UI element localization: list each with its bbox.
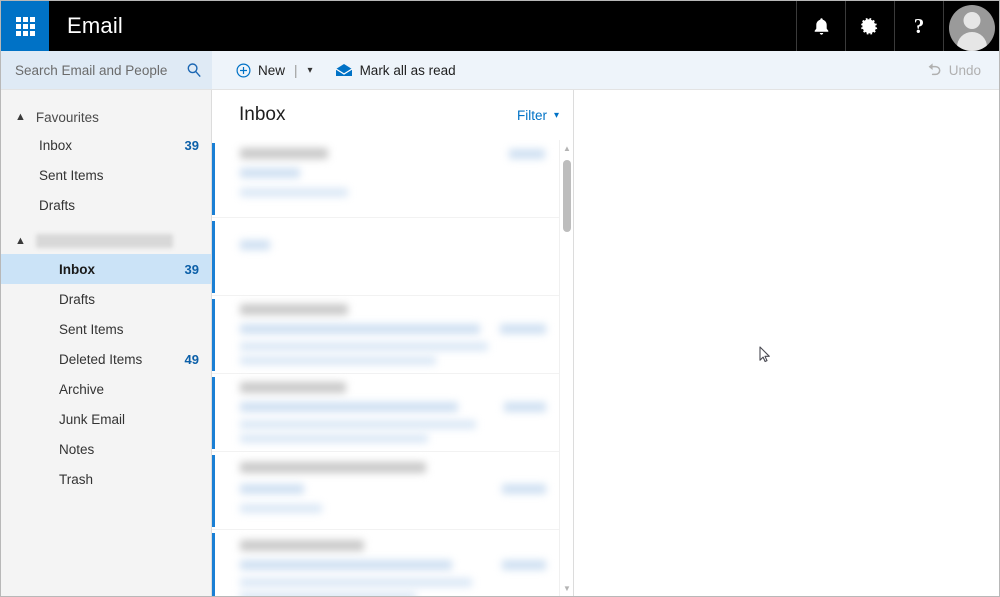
- favourites-group-label: Favourites: [35, 109, 99, 125]
- sidebar-item-sent-items[interactable]: Sent Items: [1, 314, 211, 344]
- scroll-up-arrow-icon[interactable]: ▲: [560, 140, 573, 156]
- message-list-pane: Inbox Filter ▾ ▲ ▼: [212, 90, 574, 596]
- sidebar-item-favourites-sent-items[interactable]: Sent Items: [1, 160, 211, 190]
- message-list-header: Inbox Filter ▾: [212, 90, 573, 140]
- command-bar: New | ▾ Mark all as read Undo: [212, 51, 999, 89]
- chevron-up-icon[interactable]: ▲: [15, 235, 26, 247]
- sidebar-item-label: Archive: [59, 381, 105, 397]
- avatar[interactable]: [943, 1, 999, 51]
- account-name-redacted: [35, 234, 173, 248]
- sidebar-item-label: Deleted Items: [59, 351, 143, 367]
- sidebar-item-trash[interactable]: Trash: [1, 464, 211, 494]
- unread-indicator: [212, 299, 215, 371]
- message-list-item[interactable]: [212, 374, 573, 452]
- unread-count-badge: 39: [184, 261, 199, 277]
- message-list-item[interactable]: [212, 140, 573, 218]
- search-input[interactable]: Search Email and People: [1, 51, 212, 89]
- mark-all-as-read-label: Mark all as read: [359, 62, 456, 78]
- command-strip: Search Email and People New | ▾ Mark all…: [1, 51, 999, 90]
- sidebar-item-label: Notes: [59, 441, 95, 457]
- scrollbar-thumb[interactable]: [563, 160, 571, 232]
- sidebar-item-favourites-inbox[interactable]: Inbox 39: [1, 130, 211, 160]
- undo-label: Undo: [948, 62, 981, 78]
- notification-bell-icon[interactable]: [796, 1, 845, 51]
- account-group-header[interactable]: ▲: [1, 228, 211, 254]
- scroll-down-arrow-icon[interactable]: ▼: [560, 580, 573, 596]
- sidebar-item-favourites-drafts[interactable]: Drafts: [1, 190, 211, 220]
- page-title: Inbox: [239, 104, 286, 125]
- unread-indicator: [212, 143, 215, 215]
- undo-button[interactable]: Undo: [926, 62, 999, 79]
- sidebar-item-label: Inbox: [59, 261, 95, 277]
- unread-indicator: [212, 377, 215, 449]
- sidebar-item-label: Junk Email: [59, 411, 126, 427]
- chevron-up-icon[interactable]: ▲: [15, 111, 26, 123]
- chevron-down-icon[interactable]: ▾: [308, 65, 313, 76]
- favourites-group-header[interactable]: ▲ Favourites: [1, 104, 211, 130]
- message-list-scrollbar[interactable]: ▲ ▼: [559, 140, 573, 596]
- filter-label: Filter: [516, 107, 547, 123]
- sidebar-item-label: Sent Items: [39, 167, 104, 183]
- message-list-scroll-region: ▲ ▼: [212, 140, 573, 596]
- plus-circle-icon: [236, 62, 251, 78]
- new-button[interactable]: New | ▾: [236, 51, 313, 89]
- unread-indicator: [212, 221, 215, 293]
- sidebar-item-archive[interactable]: Archive: [1, 374, 211, 404]
- app-launcher-waffle-icon[interactable]: [1, 1, 49, 51]
- message-list-item[interactable]: [212, 218, 573, 296]
- help-icon[interactable]: ?: [894, 1, 943, 51]
- email-app-window: Email ? Search Email and People New | ▾ …: [0, 0, 1000, 597]
- search-placeholder: Search Email and People: [15, 62, 168, 78]
- sidebar-item-label: Sent Items: [59, 321, 124, 337]
- top-header-bar: Email ?: [1, 1, 999, 51]
- sidebar-item-deleted-items[interactable]: Deleted Items 49: [1, 344, 211, 374]
- new-button-label: New: [258, 62, 286, 78]
- unread-indicator: [212, 533, 215, 596]
- undo-icon: [926, 62, 942, 79]
- sidebar-item-label: Inbox: [39, 137, 73, 153]
- reading-pane: [574, 90, 999, 596]
- avatar-body: [956, 32, 987, 51]
- waffle-grid: [15, 16, 35, 36]
- message-list-item[interactable]: [212, 530, 573, 596]
- unread-count-badge: 39: [184, 137, 199, 153]
- unread-count-badge: 49: [184, 351, 199, 367]
- search-icon[interactable]: [186, 62, 202, 78]
- message-list-item[interactable]: [212, 452, 573, 530]
- filter-button[interactable]: Filter ▾: [517, 108, 559, 123]
- new-separator: |: [294, 62, 298, 78]
- chevron-down-icon[interactable]: ▾: [554, 110, 559, 121]
- header-spacer: [123, 1, 796, 51]
- sidebar-item-label: Drafts: [39, 197, 76, 213]
- mark-all-as-read-button[interactable]: Mark all as read: [335, 51, 456, 89]
- sidebar-item-drafts[interactable]: Drafts: [1, 284, 211, 314]
- gear-icon[interactable]: [845, 1, 894, 51]
- message-list-item[interactable]: [212, 296, 573, 374]
- unread-indicator: [212, 455, 215, 527]
- open-envelope-icon: [335, 63, 353, 77]
- sidebar-item-label: Drafts: [59, 291, 96, 307]
- avatar-head: [963, 12, 980, 29]
- sidebar-item-label: Trash: [59, 471, 94, 487]
- sidebar-item-junk-email[interactable]: Junk Email: [1, 404, 211, 434]
- sidebar-item-notes[interactable]: Notes: [1, 434, 211, 464]
- folder-sidebar: ▲ Favourites Inbox 39 Sent Items Drafts …: [1, 90, 212, 596]
- sidebar-item-inbox[interactable]: Inbox 39: [1, 254, 211, 284]
- avatar-image: [948, 5, 995, 51]
- app-title: Email: [67, 13, 124, 38]
